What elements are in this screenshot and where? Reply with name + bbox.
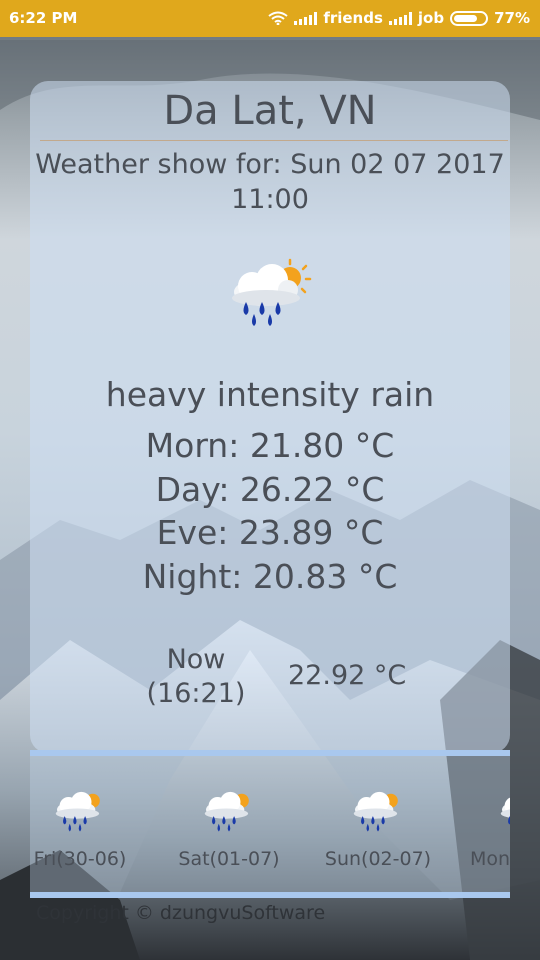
carrier-2-label: job <box>417 9 445 27</box>
forecast-day[interactable]: Sun(02-07) <box>303 756 453 892</box>
city-title: Da Lat, VN <box>163 88 377 134</box>
rain-cloud-sun-icon <box>232 258 312 326</box>
temperature-list: Morn: 21.80 °C Day: 26.22 °C Eve: 23.89 … <box>30 424 510 598</box>
wifi-icon <box>268 11 288 25</box>
status-time: 6:22 PM <box>9 9 78 27</box>
forecast-day-label: Fri(30-06) <box>33 848 127 870</box>
now-time: (16:21) <box>146 678 246 709</box>
rain-cloud-sun-icon <box>204 791 249 832</box>
title-divider <box>40 140 508 141</box>
forecast-day[interactable]: Sat(01-07) <box>154 756 304 892</box>
day-temp: Day: 26.22 °C <box>155 469 385 509</box>
night-temp: Night: 20.83 °C <box>142 556 398 596</box>
forecast-time: 11:00 <box>231 184 309 215</box>
status-indicators: friends job 77% <box>268 9 530 27</box>
signal-icon <box>294 11 318 25</box>
status-bar: 6:22 PM friends job 77% <box>0 0 540 37</box>
morning-temp: Morn: 21.80 °C <box>145 426 395 465</box>
forecast-day-label: Sun(02-07) <box>324 848 432 870</box>
rain-cloud-sun-icon <box>55 791 100 832</box>
rain-cloud-sun-icon <box>353 791 398 832</box>
current-time-block: Now (16:21) <box>140 643 252 711</box>
forecast-day-label: Mon(03-07) <box>469 848 510 870</box>
strip-bottom-border <box>30 892 510 898</box>
rain-cloud-sun-icon <box>500 797 510 825</box>
evening-temp: Eve: 23.89 °C <box>156 513 384 552</box>
forecast-datetime: Weather show for: Sun 02 07 2017 11:00 <box>30 147 510 217</box>
copyright-text: Copyright © dzungvuSoftware <box>36 902 326 924</box>
weather-description: heavy intensity rain <box>105 375 435 414</box>
forecast-day-label: Sat(01-07) <box>178 848 280 870</box>
forecast-day[interactable]: Mon(03-07) <box>450 756 510 892</box>
now-label: Now <box>166 644 226 675</box>
current-temp: 22.92 °C <box>288 660 407 691</box>
forecast-date: Weather show for: Sun 02 07 2017 <box>35 149 505 180</box>
forecast-day[interactable]: Fri(30-06) <box>30 756 155 892</box>
carrier-1-label: friends <box>323 9 383 27</box>
battery-percent: 77% <box>494 9 530 27</box>
battery-icon <box>450 10 489 26</box>
signal-icon-2 <box>388 11 412 25</box>
forecast-strip[interactable]: Fri(30-06) Sat(01-07) Sun(02-07) Mon(03-… <box>30 756 510 892</box>
